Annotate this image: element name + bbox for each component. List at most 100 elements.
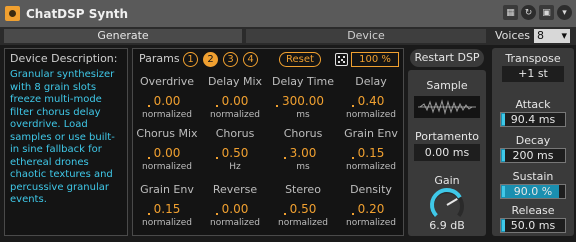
param-cell[interactable]: Stereo 0.50 normalized xyxy=(269,183,337,228)
param-value[interactable]: 0.50 xyxy=(215,146,249,160)
param-label: Overdrive xyxy=(139,75,195,88)
param-tick xyxy=(283,213,286,215)
param-value[interactable]: 3.00 xyxy=(283,146,317,160)
description-text: Granular synthesizer with 8 grain slots … xyxy=(10,69,115,205)
param-value-text: 3.00 xyxy=(289,146,317,160)
transpose-value[interactable]: +1 st xyxy=(502,66,564,82)
param-cell[interactable]: Chorus Mix 0.00 normalized xyxy=(133,127,201,172)
param-tick xyxy=(283,157,286,159)
page-button-2[interactable]: 2 xyxy=(203,52,218,67)
envelope-slider[interactable]: 90.0 % xyxy=(500,184,566,199)
param-value-text: 0.15 xyxy=(153,202,181,216)
sample-waveform[interactable] xyxy=(414,96,480,118)
page-button-4[interactable]: 4 xyxy=(243,52,258,67)
envelope-slider[interactable]: 50.0 ms xyxy=(500,218,566,233)
param-cell[interactable]: Grain Env 0.15 normalized xyxy=(337,127,405,172)
param-value-text: 0.20 xyxy=(357,202,385,216)
param-value[interactable]: 0.00 xyxy=(215,94,249,108)
tab-row: Generate Device Voices 8 ▾ xyxy=(0,27,576,45)
reset-button[interactable]: Reset xyxy=(279,52,321,67)
power-icon[interactable] xyxy=(5,6,20,21)
param-tick xyxy=(215,105,218,107)
param-tick xyxy=(351,213,354,215)
param-unit: normalized xyxy=(209,110,260,120)
envelope-slider[interactable]: 200 ms xyxy=(500,148,566,163)
page-button-1[interactable]: 1 xyxy=(183,52,198,67)
param-tick xyxy=(215,213,218,215)
page-button-3[interactable]: 3 xyxy=(223,52,238,67)
param-value-text: 0.00 xyxy=(221,94,249,108)
param-label: Delay Mix xyxy=(207,75,263,88)
portamento-label: Portamento xyxy=(414,130,480,143)
param-cell[interactable]: Delay Time 300.00 ms xyxy=(269,75,337,120)
param-value-text: 0.00 xyxy=(221,202,249,216)
param-cell[interactable]: Overdrive 0.00 normalized xyxy=(133,75,201,120)
param-unit: normalized xyxy=(141,110,192,120)
param-value-text: 300.00 xyxy=(282,94,324,108)
param-unit: normalized xyxy=(141,162,192,172)
collapse-icon[interactable]: ▾ xyxy=(557,5,572,20)
param-cell[interactable]: Chorus 3.00 ms xyxy=(269,127,337,172)
param-value[interactable]: 0.00 xyxy=(215,202,249,216)
param-label: Reverse xyxy=(212,183,258,196)
param-unit: normalized xyxy=(345,162,396,172)
param-tick xyxy=(351,105,354,107)
param-value[interactable]: 0.00 xyxy=(147,146,181,160)
param-unit: normalized xyxy=(141,218,192,228)
param-value[interactable]: 300.00 xyxy=(276,94,324,108)
restart-dsp-button[interactable]: Restart DSP xyxy=(410,49,484,67)
param-unit: Hz xyxy=(229,162,241,172)
param-cell[interactable]: Delay 0.40 normalized xyxy=(337,75,405,120)
param-value[interactable]: 0.20 xyxy=(351,202,385,216)
param-cell[interactable]: Delay Mix 0.00 normalized xyxy=(201,75,269,120)
calendar-icon[interactable]: ▦ xyxy=(503,5,518,20)
param-label: Delay xyxy=(355,75,387,88)
title-bar-icons: ▦ ↻ ▣ ▾ xyxy=(503,5,572,20)
param-cell[interactable]: Density 0.20 normalized xyxy=(337,183,405,228)
power-dot xyxy=(9,10,16,17)
envelope-value: 50.0 ms xyxy=(510,219,556,232)
chevron-down-icon: ▾ xyxy=(561,29,567,42)
envelope-value: 90.0 % xyxy=(513,185,553,198)
voices-select[interactable]: 8 ▾ xyxy=(534,29,570,43)
envelope-label: Sustain xyxy=(512,170,554,183)
param-value-text: 0.40 xyxy=(357,94,385,108)
envelope-slider[interactable]: 90.4 ms xyxy=(500,112,566,127)
param-label: Chorus xyxy=(215,127,255,140)
tab-device[interactable]: Device xyxy=(246,29,486,43)
param-value[interactable]: 0.00 xyxy=(147,94,180,108)
param-unit: normalized xyxy=(277,218,328,228)
sample-label: Sample xyxy=(426,79,468,92)
envelope-value: 200 ms xyxy=(512,149,554,162)
envelope-value: 90.4 ms xyxy=(510,113,556,126)
param-value-text: 0.50 xyxy=(221,146,249,160)
param-tick xyxy=(147,213,150,215)
envelope-label: Release xyxy=(511,204,555,217)
gain-knob[interactable] xyxy=(426,186,468,220)
voices-value: 8 xyxy=(537,29,544,42)
transpose-label: Transpose xyxy=(505,52,561,65)
description-title: Device Description: xyxy=(10,52,118,65)
envelope-label: Decay xyxy=(515,134,551,147)
param-cell[interactable]: Grain Env 0.15 normalized xyxy=(133,183,201,228)
randomize-amount[interactable]: 100 % xyxy=(351,52,399,67)
param-label: Delay Time xyxy=(272,75,334,88)
gain-value: 6.9 dB xyxy=(429,219,465,232)
param-value[interactable]: 0.40 xyxy=(351,94,385,108)
param-cell[interactable]: Chorus 0.50 Hz xyxy=(201,127,269,172)
portamento-value[interactable]: 0.00 ms xyxy=(414,144,480,161)
param-tick xyxy=(147,105,150,107)
param-value-text: 0.50 xyxy=(289,202,317,216)
param-cell[interactable]: Reverse 0.00 normalized xyxy=(201,183,269,228)
link-icon[interactable]: ↻ xyxy=(521,5,536,20)
save-icon[interactable]: ▣ xyxy=(539,5,554,20)
param-value[interactable]: 0.15 xyxy=(351,146,384,160)
sample-panel: Sample Portamento 0.00 ms Gain 6.9 dB xyxy=(408,70,486,236)
dice-icon[interactable] xyxy=(335,53,348,66)
tab-generate[interactable]: Generate xyxy=(4,29,242,43)
envelope-label: Attack xyxy=(515,98,551,111)
param-value[interactable]: 0.50 xyxy=(283,202,317,216)
param-value[interactable]: 0.15 xyxy=(147,202,181,216)
param-value-text: 0.00 xyxy=(153,146,181,160)
envelope-panel: Transpose +1 st Attack 90.4 ms Decay 200 ms… xyxy=(492,48,574,236)
